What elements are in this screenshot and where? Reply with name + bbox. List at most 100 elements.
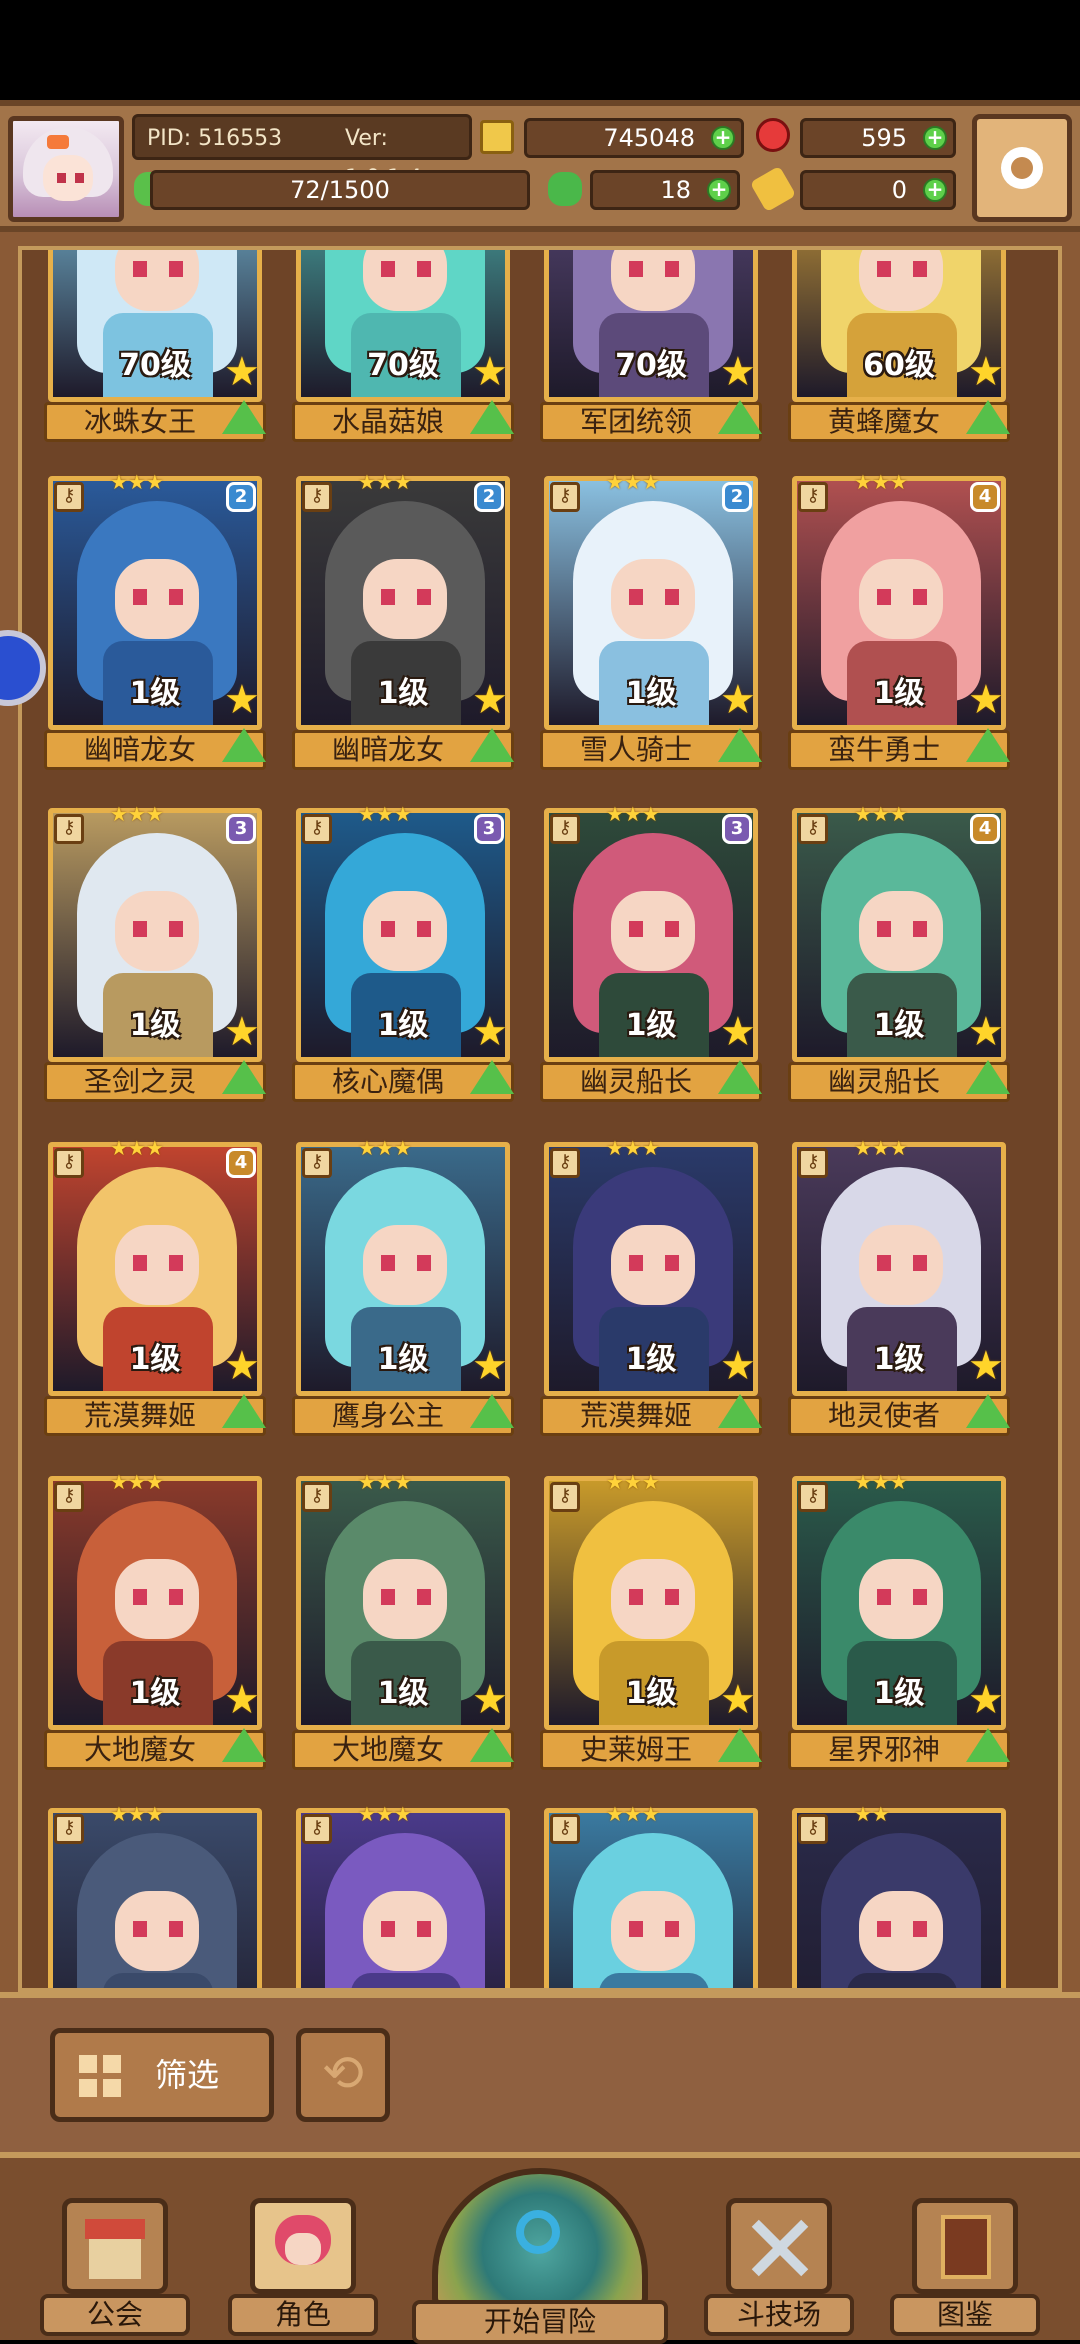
character-card[interactable]: ⚷ ★★★ 4 1级 ★ 蛮牛勇士	[784, 468, 1014, 774]
clover-icon	[548, 172, 582, 206]
character-card[interactable]: 70级 ★ 冰蛛女王	[40, 250, 270, 446]
character-card[interactable]: ⚷ ★★★	[536, 1800, 766, 1988]
class-key-icon: ⚷	[798, 482, 828, 512]
character-card[interactable]: ⚷ ★★★ 1级 ★ 地灵使者	[784, 1134, 1014, 1440]
nav-adventure[interactable]: 开始冒险	[412, 2168, 668, 2344]
star-upgrade-icon: ★	[968, 677, 1004, 723]
top-resource-bar: PID: 516553 Ver: 1.0.1.4 745048 + 595 + …	[0, 100, 1080, 232]
key-icon	[749, 165, 797, 213]
class-key-icon: ⚷	[550, 482, 580, 512]
filter-panel: 筛选 ⟲	[0, 1992, 1080, 2152]
star-upgrade-icon: ★	[720, 1009, 756, 1055]
character-card[interactable]: ⚷ ★★★ 3 1级 ★ 核心魔偶	[288, 800, 518, 1106]
rarity-stars: ★★★	[358, 1470, 412, 1494]
rarity-stars: ★★★	[358, 470, 412, 494]
nav-codex[interactable]: 图鉴	[890, 2198, 1040, 2338]
class-key-icon: ⚷	[550, 1148, 580, 1178]
level-up-arrow-icon[interactable]	[718, 1728, 762, 1762]
nav-arena[interactable]: 斗技场	[704, 2198, 854, 2338]
character-card[interactable]: ⚷ ★★★ 2 1级 ★ 幽暗龙女	[40, 468, 270, 774]
rarity-stars: ★★★	[606, 1470, 660, 1494]
character-card[interactable]: ⚷ ★★	[784, 1800, 1014, 1988]
add-clover-button[interactable]: +	[707, 178, 731, 202]
character-name: 大地魔女	[331, 1733, 444, 1766]
level-up-arrow-icon[interactable]	[718, 1060, 762, 1094]
level-up-arrow-icon[interactable]	[718, 400, 762, 434]
settings-button[interactable]	[972, 114, 1072, 222]
level-up-arrow-icon[interactable]	[966, 400, 1010, 434]
character-name: 幽灵船长	[579, 1065, 692, 1098]
character-card[interactable]: ⚷ ★★★ 4 1级 ★ 幽灵船长	[784, 800, 1014, 1106]
rarity-stars: ★★★	[358, 1136, 412, 1160]
character-name: 圣剑之灵	[83, 1065, 196, 1098]
level-up-arrow-icon[interactable]	[470, 1060, 514, 1094]
rank-badge: 3	[226, 814, 256, 844]
rarity-stars: ★★★	[606, 1802, 660, 1826]
nav-guild[interactable]: 公会	[40, 2198, 190, 2338]
character-card[interactable]: ⚷ ★★★	[288, 1800, 518, 1988]
level-up-arrow-icon[interactable]	[470, 400, 514, 434]
add-gold-button[interactable]: +	[711, 126, 735, 150]
rarity-stars: ★★★	[358, 802, 412, 826]
refresh-button[interactable]: ⟲	[296, 2028, 390, 2122]
level-up-arrow-icon[interactable]	[222, 400, 266, 434]
ruby-gem-icon	[756, 118, 790, 152]
level-up-arrow-icon[interactable]	[966, 728, 1010, 762]
book-icon	[912, 2198, 1018, 2294]
class-key-icon: ⚷	[54, 1148, 84, 1178]
character-name: 荒漠舞姬	[83, 1399, 196, 1432]
star-upgrade-icon: ★	[224, 1009, 260, 1055]
star-upgrade-icon: ★	[224, 677, 260, 723]
character-card[interactable]: ⚷ ★★★ 1级 ★ 史莱姆王	[536, 1468, 766, 1774]
clover-value: 18	[660, 176, 691, 204]
key-counter: 0 +	[800, 170, 956, 210]
level-up-arrow-icon[interactable]	[222, 1394, 266, 1428]
character-grid-viewport[interactable]: 70级 ★ 冰蛛女王 70级 ★ 水晶菇娘 70级 ★ 军团统领 60级 ★ 黄蜂魔女 ⚷ ★★★ 2 1级 ★…	[18, 246, 1062, 1992]
level-up-arrow-icon[interactable]	[470, 1394, 514, 1428]
level-up-arrow-icon[interactable]	[718, 1394, 762, 1428]
character-name: 雪人骑士	[579, 733, 692, 766]
star-upgrade-icon: ★	[720, 677, 756, 723]
character-card[interactable]: ⚷ ★★★ 3 1级 ★ 幽灵船长	[536, 800, 766, 1106]
star-upgrade-icon: ★	[968, 1677, 1004, 1723]
gem-value: 595	[861, 124, 907, 152]
level-up-arrow-icon[interactable]	[470, 1728, 514, 1762]
character-card[interactable]: ⚷ ★★★ 1级 ★ 大地魔女	[288, 1468, 518, 1774]
level-up-arrow-icon[interactable]	[222, 1728, 266, 1762]
add-key-button[interactable]: +	[923, 178, 947, 202]
character-card[interactable]: ⚷ ★★★ 4 1级 ★ 荒漠舞姬	[40, 1134, 270, 1440]
grid-filter-icon	[79, 2055, 121, 2097]
nav-character-label: 角色	[228, 2294, 378, 2336]
level-up-arrow-icon[interactable]	[470, 728, 514, 762]
character-card[interactable]: ⚷ ★★★ 2 1级 ★ 雪人骑士	[536, 468, 766, 774]
character-card[interactable]: ⚷ ★★★ 2 1级 ★ 幽暗龙女	[288, 468, 518, 774]
character-card[interactable]: ⚷ ★★★ 1级 ★ 大地魔女	[40, 1468, 270, 1774]
character-card[interactable]: 70级 ★ 军团统领	[536, 250, 766, 446]
gold-value: 745048	[603, 124, 695, 152]
gold-counter: 745048 +	[524, 118, 744, 158]
level-up-arrow-icon[interactable]	[966, 1394, 1010, 1428]
character-card[interactable]: ⚷ ★★★	[40, 1800, 270, 1988]
character-name: 军团统领	[579, 405, 692, 438]
level-up-arrow-icon[interactable]	[718, 728, 762, 762]
filter-button[interactable]: 筛选	[50, 2028, 274, 2122]
level-up-arrow-icon[interactable]	[966, 1728, 1010, 1762]
character-card[interactable]: 60级 ★ 黄蜂魔女	[784, 250, 1014, 446]
character-card[interactable]: ⚷ ★★★ 1级 ★ 鹰身公主	[288, 1134, 518, 1440]
character-card[interactable]: 70级 ★ 水晶菇娘	[288, 250, 518, 446]
character-card[interactable]: ⚷ ★★★ 3 1级 ★ 圣剑之灵	[40, 800, 270, 1106]
player-avatar[interactable]	[8, 116, 124, 222]
filter-label: 筛选	[155, 2056, 220, 2094]
class-key-icon: ⚷	[550, 1482, 580, 1512]
level-up-arrow-icon[interactable]	[222, 728, 266, 762]
add-gem-button[interactable]: +	[923, 126, 947, 150]
level-up-arrow-icon[interactable]	[966, 1060, 1010, 1094]
player-id: PID: 516553	[147, 126, 283, 151]
character-name: 鹰身公主	[331, 1399, 444, 1432]
nav-character[interactable]: 角色	[228, 2198, 378, 2338]
character-card[interactable]: ⚷ ★★★ 1级 ★ 荒漠舞姬	[536, 1134, 766, 1440]
character-card[interactable]: ⚷ ★★★ 1级 ★ 星界邪神	[784, 1468, 1014, 1774]
rank-badge: 2	[474, 482, 504, 512]
rarity-stars: ★★★	[110, 470, 164, 494]
level-up-arrow-icon[interactable]	[222, 1060, 266, 1094]
